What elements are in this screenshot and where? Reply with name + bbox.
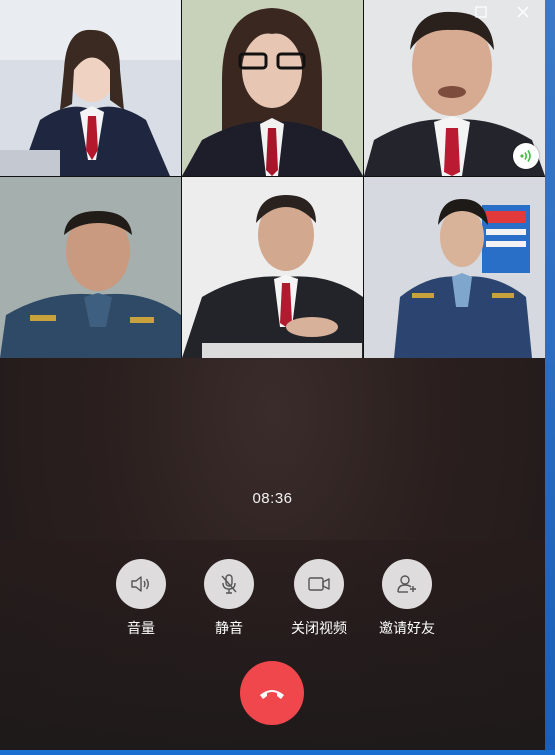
call-timer: 08:36: [252, 490, 293, 507]
participant-video-6[interactable]: [364, 177, 545, 358]
participant-video-5[interactable]: [182, 177, 363, 358]
taskbar-edge: [0, 750, 555, 755]
speaking-indicator: [513, 143, 539, 169]
volume-label: 音量: [127, 620, 155, 636]
volume-button[interactable]: [116, 559, 166, 609]
participant-video-2[interactable]: [182, 0, 363, 176]
hangup-button[interactable]: [240, 661, 304, 725]
video-toggle-control[interactable]: 关闭视频: [279, 559, 359, 638]
invite-control[interactable]: 邀请好友: [367, 559, 447, 638]
mute-label: 静音: [215, 620, 243, 636]
mute-control[interactable]: 静音: [189, 559, 269, 638]
desktop-background-edge: [545, 0, 555, 755]
close-icon: [517, 6, 529, 18]
video-camera-icon: [308, 577, 330, 591]
video-toggle-label: 关闭视频: [291, 620, 347, 636]
maximize-icon: [475, 6, 487, 18]
speaker-icon: [131, 576, 149, 592]
window-controls: [473, 4, 531, 20]
call-controls: 音量 静音 关闭视频 邀请好友: [0, 540, 545, 750]
add-user-icon: [397, 575, 416, 593]
participant-grid: [0, 0, 545, 358]
video-toggle-button[interactable]: [294, 559, 344, 609]
video-call-window: 08:36 音量 静音 关闭视频 邀请好友: [0, 0, 545, 750]
participant-video-4[interactable]: [0, 177, 181, 358]
volume-control[interactable]: 音量: [101, 559, 181, 638]
maximize-button[interactable]: [473, 4, 489, 20]
hangup-icon: [260, 690, 284, 699]
mic-off-icon: [221, 574, 237, 594]
invite-button[interactable]: [382, 559, 432, 609]
mute-button[interactable]: [204, 559, 254, 609]
sound-wave-icon: [520, 150, 531, 162]
invite-label: 邀请好友: [379, 620, 435, 636]
close-button[interactable]: [515, 4, 531, 20]
participant-video-1[interactable]: [0, 0, 181, 176]
